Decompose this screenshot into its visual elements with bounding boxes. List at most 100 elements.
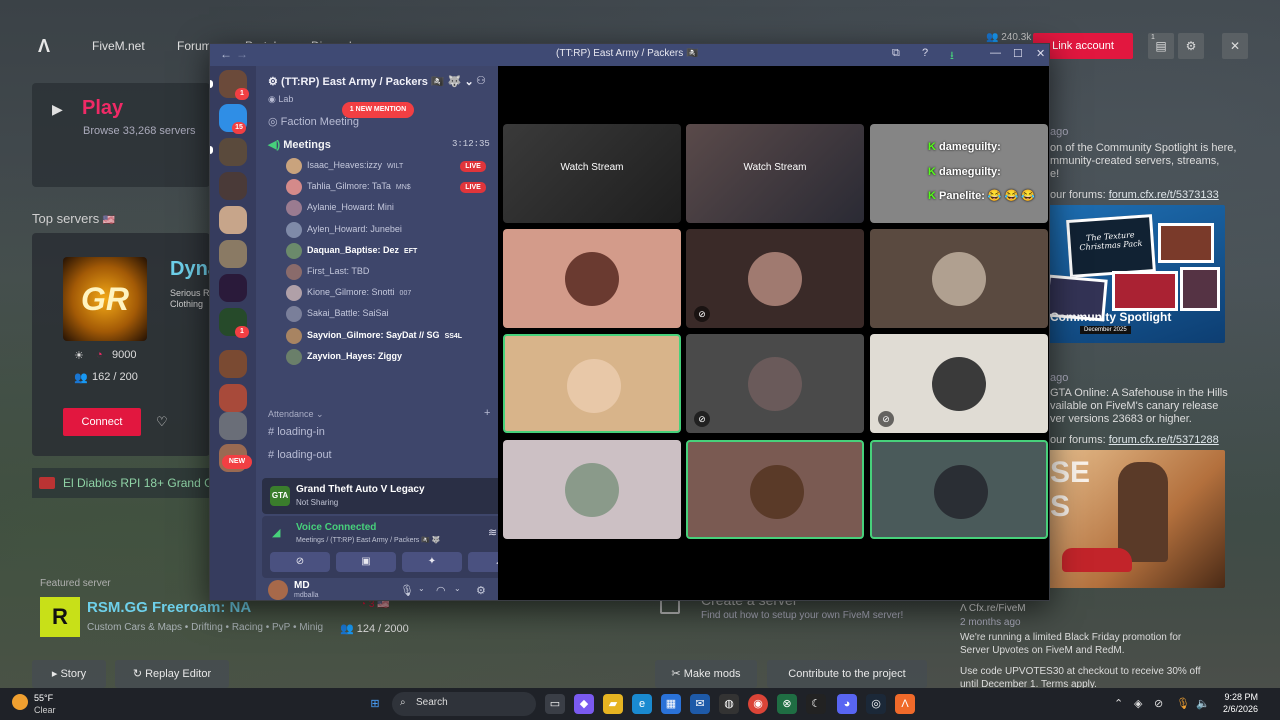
server-icon[interactable] <box>219 274 247 302</box>
back-arrow-icon[interactable]: ← <box>220 47 232 61</box>
fivem-logo[interactable]: Λ <box>38 36 50 57</box>
xbox-icon[interactable]: ⊗ <box>777 694 797 714</box>
connect-button[interactable]: Connect <box>63 408 141 436</box>
screen-share-icon[interactable]: ⧉ <box>892 47 900 60</box>
server-icon[interactable] <box>219 412 247 440</box>
gta-safehouse-image[interactable]: SE S <box>1042 450 1225 588</box>
server-header[interactable]: ⚙ (TT:RP) East Army / Packers 🏴‍☠️ 🐺 ⌄ ⚇ <box>256 66 498 96</box>
app-icon[interactable]: ☾ <box>806 694 826 714</box>
github-icon[interactable]: ◍ <box>719 694 739 714</box>
voice-member[interactable]: Isaac_Heaves:izzy WILT LIVE <box>286 157 492 175</box>
help-icon[interactable]: ? <box>922 47 928 59</box>
microphone-icon[interactable]: 🎙 <box>400 584 414 597</box>
cfx-source[interactable]: Λ Cfx.re/FiveM <box>960 603 1026 614</box>
channel-loading-out[interactable]: # loading-out <box>268 449 332 461</box>
voice-member[interactable]: Zayvion_Hayes: Ziggy <box>286 348 492 366</box>
participant-tile[interactable]: ⊘ <box>870 334 1048 433</box>
server-icon[interactable] <box>219 206 247 234</box>
mail-icon[interactable]: ✉ <box>690 694 710 714</box>
voice-member[interactable]: Aylen_Howard: Junebei <box>286 221 492 239</box>
server-icon[interactable] <box>219 240 247 268</box>
watch-stream-label[interactable]: Watch Stream <box>686 162 864 173</box>
featured-server-logo[interactable]: R <box>40 597 80 637</box>
chevron-down-icon[interactable]: ⌄ <box>418 584 425 593</box>
news-link-2[interactable]: forum.cfx.re/t/5371288 <box>1109 434 1219 446</box>
add-channel-icon[interactable]: + <box>484 407 490 419</box>
user-settings-gear-icon[interactable]: ⚙ <box>476 584 486 597</box>
stream-tile[interactable]: Watch Stream <box>503 124 681 223</box>
participant-tile-speaking[interactable] <box>870 440 1048 539</box>
headphones-icon[interactable]: ◠ <box>436 584 446 597</box>
tray-network-icon[interactable]: ⊘ <box>1154 697 1163 710</box>
steam-icon[interactable]: ◎ <box>866 694 886 714</box>
community-spotlight-image[interactable]: The Texture Christmas Pack Community Spo… <box>1042 205 1225 343</box>
task-view-icon[interactable]: ▭ <box>545 694 565 714</box>
fivem-icon[interactable]: Λ <box>895 694 915 714</box>
participant-tile[interactable]: ⊘ <box>686 334 864 433</box>
participant-tile[interactable] <box>503 440 681 539</box>
discord-icon[interactable]: ◕ <box>837 694 857 714</box>
edge-icon[interactable]: e <box>632 694 652 714</box>
taskbar-clock[interactable]: 9:28 PM 2/6/2026 <box>1210 692 1258 714</box>
close-button[interactable]: ✕ <box>1222 33 1248 59</box>
favorite-heart-icon[interactable]: ♡ <box>156 414 168 430</box>
contribute-button[interactable]: Contribute to the project <box>767 660 927 688</box>
download-icon[interactable]: ⭳ <box>950 47 954 66</box>
activity-panel[interactable]: GTA Grand Theft Auto V Legacy Not Sharin… <box>262 478 537 514</box>
replay-editor-button[interactable]: ↻ Replay Editor <box>115 660 229 688</box>
taskbar-search[interactable]: ⌕ Search <box>392 692 536 716</box>
copilot-icon[interactable]: ◆ <box>574 694 594 714</box>
notifications-button[interactable]: ▤ 1 <box>1148 33 1174 59</box>
watch-stream-label[interactable]: Watch Stream <box>503 162 681 173</box>
stream-tile[interactable]: Watch Stream <box>686 124 864 223</box>
voice-member[interactable]: Sakai_Battle: SaiSai <box>286 305 492 323</box>
forward-arrow-icon[interactable]: → <box>236 47 248 61</box>
nav-forum[interactable]: Forum <box>177 39 212 53</box>
maximize-icon[interactable]: ☐ <box>1013 47 1023 60</box>
category-attendance[interactable]: Attendance ⌄ <box>268 409 324 420</box>
close-window-icon[interactable]: ✕ <box>1036 47 1045 60</box>
minimize-icon[interactable]: — <box>990 47 1001 59</box>
tray-app-icon[interactable]: ◈ <box>1134 697 1142 710</box>
server-icon[interactable] <box>219 172 247 200</box>
server-icon[interactable] <box>219 138 247 166</box>
chrome-icon[interactable]: ◉ <box>748 694 768 714</box>
screen-share-button[interactable]: ▣ <box>336 552 396 572</box>
volume-icon[interactable]: 🔈 <box>1196 697 1210 710</box>
voice-member[interactable]: Daquan_Baptise: Dez EFT <box>286 242 492 260</box>
channel-loading-in[interactable]: # loading-in <box>268 426 325 438</box>
server-icon[interactable] <box>219 350 247 378</box>
tray-chevron-icon[interactable]: ⌃ <box>1114 697 1123 710</box>
start-icon[interactable]: ⊞ <box>365 694 385 714</box>
participant-tile[interactable] <box>503 229 681 328</box>
top-server-card[interactable]: GR Dyna Serious R Clothing ☀ ◔ 9000 👥 16… <box>32 233 219 456</box>
voice-member[interactable]: Sayvion_Gilmore: SayDat // SG SS4L <box>286 327 492 345</box>
channel-meetings[interactable]: ◀) Meetings <box>268 138 331 151</box>
server-row-diablos[interactable]: El Diablos RPI 18+ Grand G <box>32 468 213 498</box>
camera-button[interactable]: ⊘ <box>270 552 330 572</box>
file-explorer-icon[interactable]: ▰ <box>603 694 623 714</box>
participant-tile-speaking[interactable] <box>503 334 681 433</box>
settings-button[interactable]: ⚙ <box>1178 33 1204 59</box>
story-button[interactable]: ▸ Story <box>32 660 106 688</box>
voice-member[interactable]: Tahlia_Gilmore: TaTa MN$ LIVE <box>286 178 492 196</box>
voice-member[interactable]: Aylanie_Howard: Mini <box>286 199 492 217</box>
store-icon[interactable]: ▦ <box>661 694 681 714</box>
tray-mic-icon[interactable]: 🎙 <box>1176 697 1190 710</box>
participant-tile[interactable] <box>870 229 1048 328</box>
make-mods-button[interactable]: ✂ Make mods <box>655 660 757 688</box>
channel-lab[interactable]: ◉ Lab <box>268 94 293 105</box>
avatar[interactable] <box>268 580 288 600</box>
server-icon[interactable] <box>219 384 247 412</box>
voice-member[interactable]: Kione_Gilmore: Snotti 007 <box>286 284 492 302</box>
voice-member[interactable]: First_Last: TBD <box>286 263 492 281</box>
participant-tile[interactable]: ⊘ <box>686 229 864 328</box>
activities-button[interactable]: ✦ <box>402 552 462 572</box>
signal-icon[interactable]: ◢ <box>272 526 280 539</box>
new-pill[interactable]: NEW <box>222 455 252 469</box>
add-member-icon[interactable]: ⚇ <box>476 74 486 87</box>
channel-faction-meeting[interactable]: ◎ Faction Meeting <box>268 115 359 128</box>
participant-tile-speaking[interactable] <box>686 440 864 539</box>
nav-fivem-net[interactable]: FiveM.net <box>92 39 145 53</box>
play-card[interactable]: ▶ Play Browse 33,268 servers <box>32 83 210 187</box>
